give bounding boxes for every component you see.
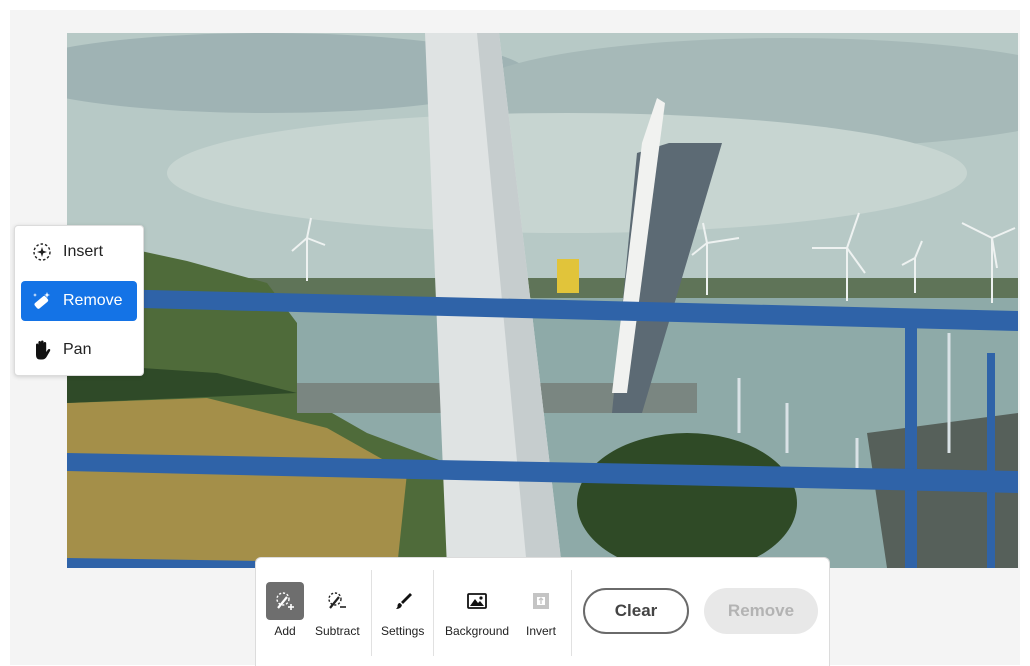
image-icon [458, 582, 496, 620]
photo-canvas[interactable] [67, 33, 1018, 568]
brush-icon [384, 582, 422, 620]
settings-tool[interactable]: Settings [381, 582, 424, 638]
eraser-sparkle-icon [31, 290, 53, 312]
invert-icon [522, 582, 560, 620]
harbor-photo [67, 33, 1018, 568]
toolbar-divider [371, 570, 372, 656]
mode-pan-label: Pan [63, 341, 92, 358]
subtract-tool[interactable]: Subtract [315, 582, 360, 638]
mode-insert[interactable]: Insert [21, 232, 137, 272]
remove-button[interactable]: Remove [704, 588, 818, 634]
mode-menu: Insert Remove Pan [14, 225, 144, 376]
background-tool-label: Background [445, 624, 510, 638]
add-tool[interactable]: Add [266, 582, 304, 638]
background-tool[interactable]: Background [445, 582, 509, 638]
mode-insert-label: Insert [63, 243, 104, 260]
sparkle-lasso-icon [31, 241, 53, 263]
add-selection-icon [266, 582, 304, 620]
subtract-tool-label: Subtract [315, 624, 360, 638]
settings-tool-label: Settings [381, 624, 425, 638]
mode-remove-label: Remove [63, 292, 123, 309]
mode-pan[interactable]: Pan [21, 330, 137, 370]
clear-button[interactable]: Clear [583, 588, 689, 634]
invert-tool[interactable]: Invert [522, 582, 560, 638]
subtract-selection-icon [318, 582, 356, 620]
mode-remove[interactable]: Remove [21, 281, 137, 321]
selection-toolbar: Add Subtract Settings Background Invert … [255, 557, 830, 666]
invert-tool-label: Invert [525, 624, 556, 638]
toolbar-divider [433, 570, 434, 656]
toolbar-divider [571, 570, 572, 656]
hand-icon [31, 339, 53, 361]
add-tool-label: Add [274, 624, 296, 638]
